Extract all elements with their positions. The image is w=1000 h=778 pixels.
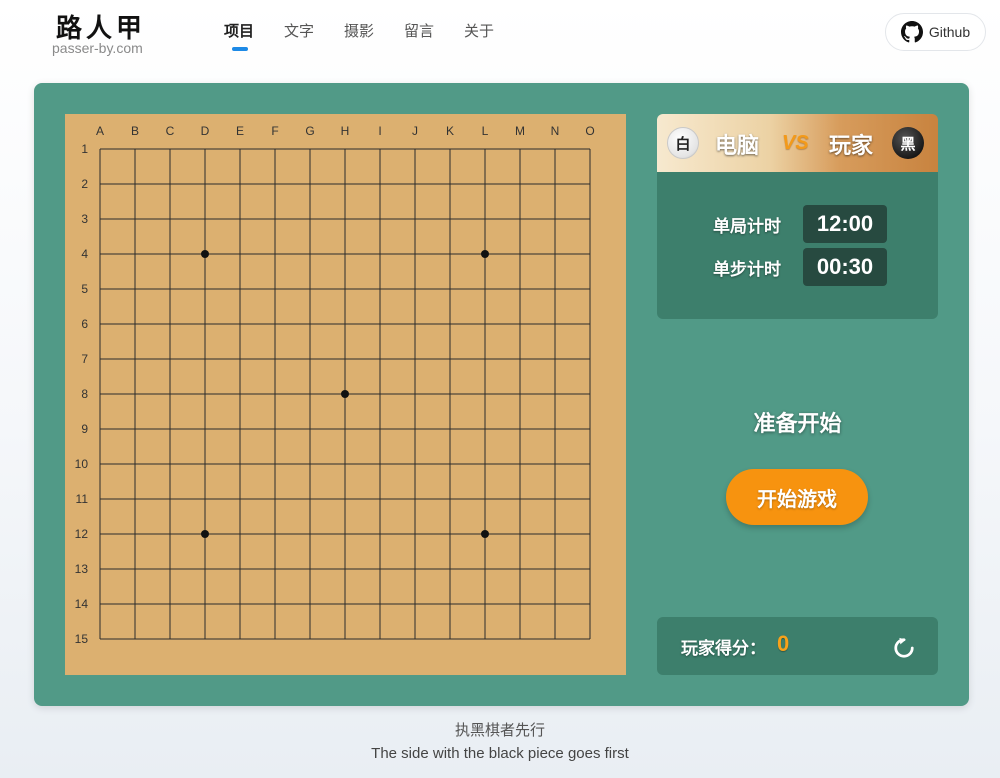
gomoku-board[interactable]: A B C D E F G H I J K L M N O 1 2 3 4 5 6 7 8 9 10 11 12 13 14 15 xyxy=(65,114,626,675)
github-icon xyxy=(900,21,923,43)
site-header: 路人甲 passer-by.com 项目 文字 摄影 留言 关于 Github xyxy=(0,0,1000,64)
start-game-button[interactable]: 开始游戏 xyxy=(726,469,868,525)
game-timer-label: 单局计时 xyxy=(713,216,781,237)
row-label: 6 xyxy=(81,317,88,331)
row-label: 3 xyxy=(81,212,88,226)
player-left-name: 电脑 xyxy=(715,134,760,159)
column-label: I xyxy=(378,124,381,138)
row-label: 4 xyxy=(81,247,88,261)
game-panel: A B C D E F G H I J K L M N O 1 2 3 4 5 6 7 8 9 10 11 12 13 14 15 白 电… xyxy=(34,83,969,706)
nav-item-guestbook[interactable]: 留言 xyxy=(404,20,464,41)
column-label: B xyxy=(131,124,139,138)
game-timer-row: 单局计时 12:00 xyxy=(713,205,887,243)
column-label: D xyxy=(201,124,210,138)
row-label: 11 xyxy=(76,492,89,506)
nav-label: 文字 xyxy=(284,22,315,40)
nav-label: 留言 xyxy=(404,22,435,40)
star-point xyxy=(481,530,489,538)
nav-label: 项目 xyxy=(224,22,255,40)
board-grid[interactable]: A B C D E F G H I J K L M N O123456789101112131415 xyxy=(65,114,626,675)
score-panel: 玩家得分： 0 xyxy=(657,617,938,675)
github-button[interactable]: Github xyxy=(885,13,986,51)
column-label: L xyxy=(482,124,489,138)
column-label: F xyxy=(271,124,278,138)
column-label: O xyxy=(585,124,594,138)
rule-caption-en: The side with the black piece goes first xyxy=(371,745,629,762)
nav-item-projects[interactable]: 项目 xyxy=(224,20,284,51)
step-timer-value: 00:30 xyxy=(803,248,887,286)
rule-caption-cn: 执黑棋者先行 xyxy=(454,721,545,739)
white-stone-badge: 白 xyxy=(667,127,699,159)
nav-active-indicator xyxy=(232,47,248,51)
logo-subtitle: passer-by.com xyxy=(52,40,143,56)
column-label: E xyxy=(236,124,244,138)
players-bar: 白 电脑 VS 玩家 黑 xyxy=(657,114,938,172)
column-label: A xyxy=(96,124,104,138)
column-label: G xyxy=(305,124,314,138)
column-label: J xyxy=(412,124,418,138)
step-timer-label: 单步计时 xyxy=(713,259,781,280)
row-label: 5 xyxy=(81,282,88,296)
row-label: 13 xyxy=(75,562,89,576)
refresh-icon[interactable] xyxy=(893,637,915,659)
nav-item-about[interactable]: 关于 xyxy=(464,20,524,41)
nav-label: 关于 xyxy=(464,22,495,40)
row-label: 9 xyxy=(81,422,88,436)
step-timer-row: 单步计时 00:30 xyxy=(713,248,887,286)
column-label: N xyxy=(551,124,560,138)
nav-item-photography[interactable]: 摄影 xyxy=(344,20,404,41)
main-nav: 项目 文字 摄影 留言 关于 xyxy=(224,20,524,51)
nav-label: 摄影 xyxy=(344,22,375,40)
row-label: 12 xyxy=(75,527,89,541)
nav-item-writing[interactable]: 文字 xyxy=(284,20,344,41)
star-point xyxy=(201,250,209,258)
github-label: Github xyxy=(928,24,971,40)
row-label: 14 xyxy=(75,597,89,611)
row-label: 1 xyxy=(81,142,88,156)
player-right-name: 玩家 xyxy=(829,134,874,159)
row-label: 15 xyxy=(75,632,89,646)
row-label: 7 xyxy=(81,352,88,366)
column-label: K xyxy=(446,124,454,138)
star-point xyxy=(341,390,349,398)
site-logo[interactable]: 路人甲 passer-by.com xyxy=(52,6,162,56)
column-label: C xyxy=(166,124,175,138)
row-label: 10 xyxy=(75,457,89,471)
game-status: 准备开始 xyxy=(753,412,842,437)
vs-label: VS xyxy=(782,132,809,154)
score-label: 玩家得分： xyxy=(681,639,766,659)
game-timer-value: 12:00 xyxy=(803,205,887,243)
column-label: M xyxy=(515,124,525,138)
row-label: 8 xyxy=(81,387,88,401)
black-stone-badge: 黑 xyxy=(892,127,924,159)
column-label: H xyxy=(341,124,350,138)
star-point xyxy=(481,250,489,258)
star-point xyxy=(201,530,209,538)
row-label: 2 xyxy=(81,177,88,191)
timer-panel: 单局计时 12:00 单步计时 00:30 xyxy=(657,172,938,319)
score-value: 0 xyxy=(777,631,790,656)
